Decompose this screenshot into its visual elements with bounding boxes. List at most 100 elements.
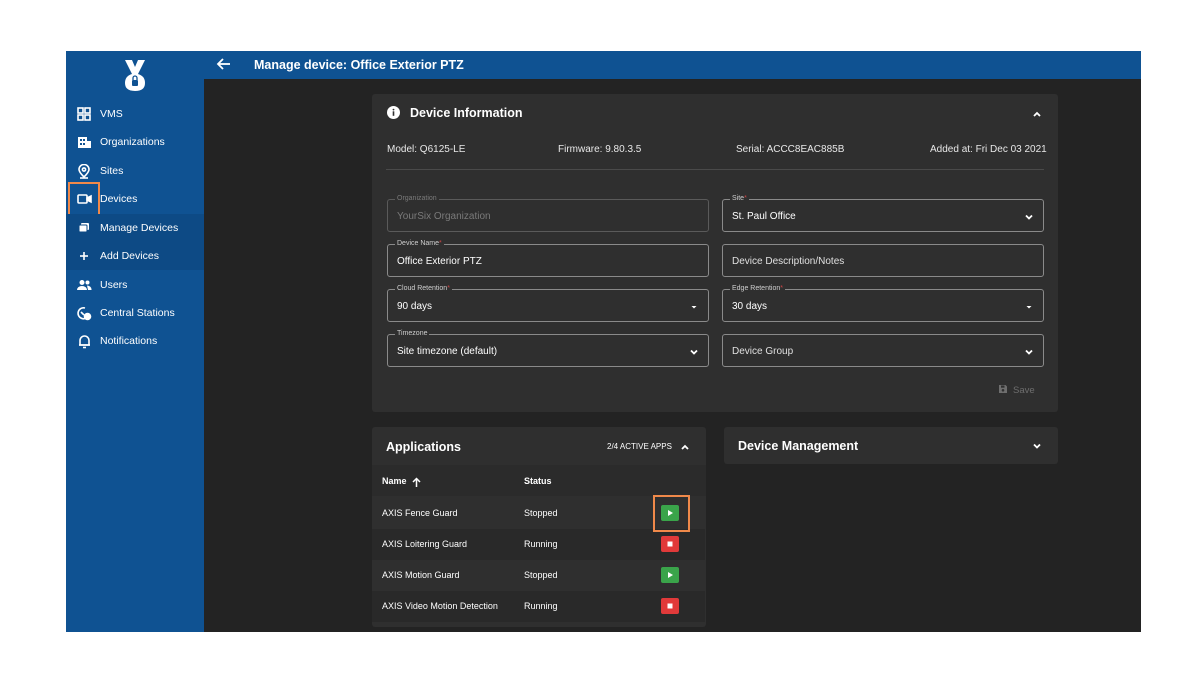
required-marker: * (439, 240, 442, 247)
chevron-up-icon[interactable] (679, 440, 691, 452)
save-label: Save (1013, 385, 1035, 396)
sidebar-item-notifications[interactable]: Notifications (66, 327, 204, 355)
site-label: Site (732, 195, 745, 202)
play-button[interactable] (661, 567, 679, 583)
cloud-retention-value: 90 days (397, 301, 433, 312)
save-button[interactable]: Save (998, 384, 1035, 397)
device-description-placeholder: Device Description/Notes (732, 256, 845, 267)
save-icon (998, 384, 1008, 397)
chevron-down-icon[interactable] (1031, 439, 1043, 451)
added-at-text: Added at: Fri Dec 03 2021 (930, 144, 1047, 155)
table-row: AXIS Video Motion Detection Running (372, 591, 705, 622)
device-management-card[interactable]: Device Management (724, 427, 1058, 464)
timezone-select[interactable]: Timezone Site timezone (default) (387, 329, 709, 367)
device-info-title: Device Information (410, 106, 523, 120)
plus-icon (76, 248, 92, 264)
organization-value: YourSix Organization (397, 211, 491, 222)
yoursix-logo-icon[interactable] (66, 51, 204, 99)
device-name-label: Device Name (397, 240, 440, 247)
device-name-field[interactable]: Device Name* Office Exterior PTZ (387, 239, 709, 277)
app-name: AXIS Video Motion Detection (382, 601, 498, 611)
column-header-status: Status (524, 476, 552, 486)
highlight-box (68, 182, 100, 216)
sidebar-item-label: Manage Devices (100, 222, 179, 234)
sidebar-item-label: VMS (100, 108, 123, 120)
chevron-down-icon (688, 345, 700, 357)
device-group-placeholder: Device Group (732, 346, 794, 357)
table-header: Name Status (372, 465, 706, 496)
sidebar-item-label: Central Stations (100, 307, 175, 319)
required-marker: * (447, 285, 450, 292)
sidebar-item-label: Sites (100, 165, 124, 177)
divider (386, 169, 1044, 170)
device-description-field[interactable]: Device Description/Notes (722, 244, 1044, 277)
table-row: AXIS Motion Guard Stopped (372, 560, 705, 591)
stack-icon (76, 220, 92, 236)
sidebar-item-sites[interactable]: Sites (66, 157, 204, 185)
sidebar-item-add-devices[interactable]: Add Devices (66, 242, 204, 270)
sidebar-item-central-stations[interactable]: Central Stations (66, 299, 204, 327)
serial-text: Serial: ACCC8EAC885B (736, 144, 845, 155)
edge-retention-label: Edge Retention (732, 285, 781, 292)
edge-retention-value: 30 days (732, 301, 768, 312)
app-status: Stopped (524, 508, 558, 518)
chevron-down-icon (1023, 210, 1035, 222)
device-information-card: Device Information Model: Q6125-LE Firmw… (372, 94, 1058, 412)
sidebar-item-label: Devices (100, 193, 138, 205)
device-group-select[interactable]: Device Group (722, 334, 1044, 367)
info-icon (387, 106, 400, 124)
arrow-up-icon[interactable] (411, 475, 422, 493)
timezone-value: Site timezone (default) (397, 346, 498, 357)
applications-title: Applications (386, 440, 462, 454)
sidebar: VMS Organizations Sites Devices Manage D… (66, 51, 204, 632)
organization-field: Organization YourSix Organization (387, 194, 709, 232)
page-title: Manage device: Office Exterior PTZ (254, 58, 464, 72)
sidebar-item-manage-devices[interactable]: Manage Devices (66, 214, 204, 242)
sidebar-item-vms[interactable]: VMS (66, 100, 204, 128)
stop-icon (667, 603, 673, 609)
users-icon (76, 277, 92, 293)
chevron-up-icon[interactable] (1031, 107, 1043, 119)
app-status: Running (524, 601, 558, 611)
sidebar-item-label: Organizations (100, 136, 165, 148)
firmware-text: Firmware: 9.80.3.5 (558, 144, 642, 155)
caret-down-icon (1023, 300, 1035, 312)
station-icon (76, 305, 92, 321)
building-icon (76, 134, 92, 150)
app-name: AXIS Fence Guard (382, 508, 458, 518)
app-status: Stopped (524, 570, 558, 580)
site-select[interactable]: Site* St. Paul Office (722, 194, 1044, 232)
app-name: AXIS Motion Guard (382, 570, 460, 580)
sidebar-item-label: Notifications (100, 335, 158, 347)
chevron-down-icon (1023, 345, 1035, 357)
cloud-retention-select[interactable]: Cloud Retention* 90 days (387, 284, 709, 322)
app-window: VMS Organizations Sites Devices Manage D… (66, 51, 1141, 632)
required-marker: * (744, 195, 747, 202)
caret-down-icon (688, 300, 700, 312)
stop-button[interactable] (661, 536, 679, 552)
cloud-retention-label: Cloud Retention (397, 285, 448, 292)
grid-icon (76, 106, 92, 122)
top-bar: Manage device: Office Exterior PTZ (204, 51, 1141, 79)
stop-icon (667, 541, 673, 547)
bell-icon (76, 333, 92, 349)
stop-button[interactable] (661, 598, 679, 614)
device-name-value: Office Exterior PTZ (397, 256, 482, 267)
sidebar-item-label: Users (100, 279, 128, 291)
edge-retention-select[interactable]: Edge Retention* 30 days (722, 284, 1044, 322)
sidebar-item-users[interactable]: Users (66, 271, 204, 299)
column-header-name[interactable]: Name (382, 476, 407, 486)
active-apps-count: 2/4 ACTIVE APPS (607, 442, 672, 451)
sidebar-item-label: Add Devices (100, 250, 159, 262)
sidebar-item-organizations[interactable]: Organizations (66, 128, 204, 156)
device-info-header[interactable]: Device Information (372, 94, 1058, 132)
table-row: AXIS Loitering Guard Running (372, 529, 705, 560)
app-name: AXIS Loitering Guard (382, 539, 468, 549)
app-status: Running (524, 539, 558, 549)
site-value: St. Paul Office (732, 211, 796, 222)
model-text: Model: Q6125-LE (387, 144, 466, 155)
required-marker: * (780, 285, 783, 292)
highlight-box (653, 495, 690, 532)
arrow-left-icon[interactable] (216, 56, 234, 74)
device-management-title: Device Management (738, 439, 859, 453)
